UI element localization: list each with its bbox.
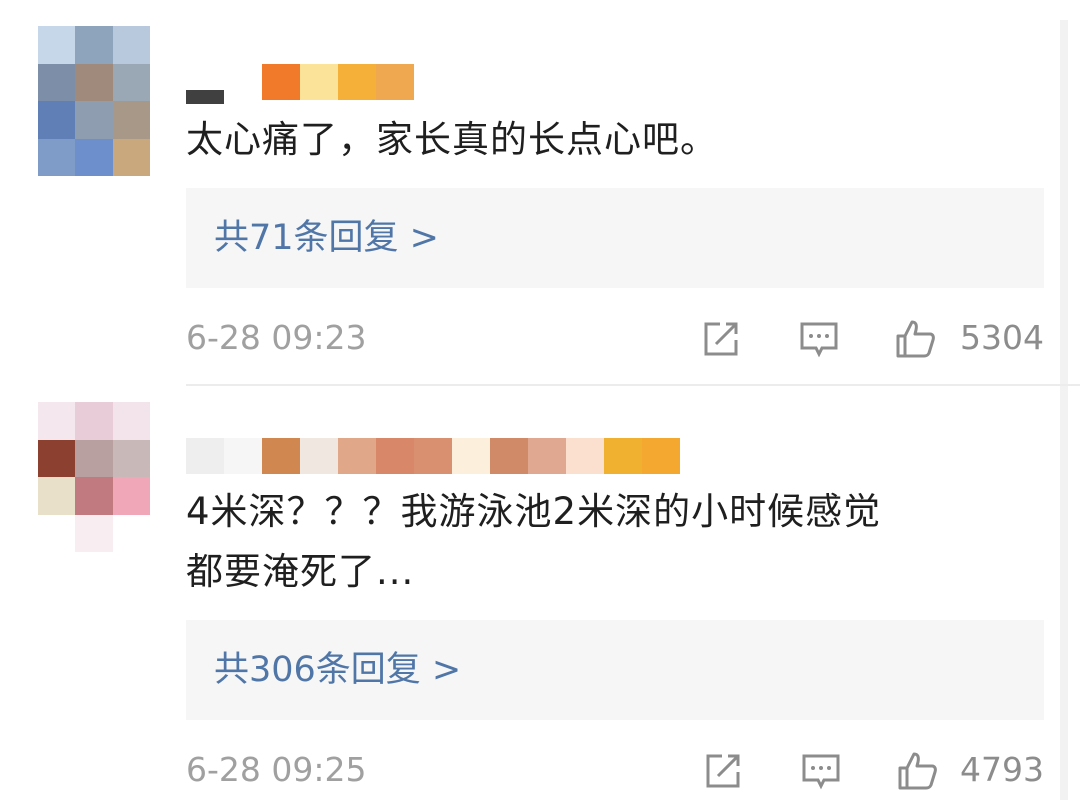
like-icon[interactable] xyxy=(896,750,938,792)
replies-box[interactable]: 共306条回复 > xyxy=(186,620,1044,720)
view-replies-link[interactable]: 共306条回复 > xyxy=(214,648,461,692)
avatar[interactable] xyxy=(38,402,150,552)
comment-icon[interactable] xyxy=(800,750,842,792)
share-icon[interactable] xyxy=(702,750,744,792)
like-icon[interactable] xyxy=(894,318,936,360)
timestamp: 6-28 09:23 xyxy=(186,318,367,357)
scrollbar[interactable] xyxy=(1060,20,1068,800)
divider xyxy=(186,384,1080,386)
username[interactable] xyxy=(186,64,414,104)
comment-meta: 6-28 09:23 5304 xyxy=(186,316,1044,360)
view-replies-link[interactable]: 共71条回复 > xyxy=(214,216,439,260)
timestamp: 6-28 09:25 xyxy=(186,750,367,789)
replies-box[interactable]: 共71条回复 > xyxy=(186,188,1044,288)
like-count: 5304 xyxy=(960,318,1044,357)
avatar[interactable] xyxy=(38,26,150,176)
comment-meta: 6-28 09:25 4793 xyxy=(186,748,1044,792)
like-count: 4793 xyxy=(960,750,1044,789)
comment-text: 太心痛了，家长真的长点心吧。 xyxy=(186,118,718,161)
username[interactable] xyxy=(186,438,680,474)
share-icon[interactable] xyxy=(700,318,742,360)
comment-text: 4米深？？？我游泳池2米深的小时候感觉 都要淹死了... xyxy=(186,490,882,593)
comment-icon[interactable] xyxy=(798,318,840,360)
